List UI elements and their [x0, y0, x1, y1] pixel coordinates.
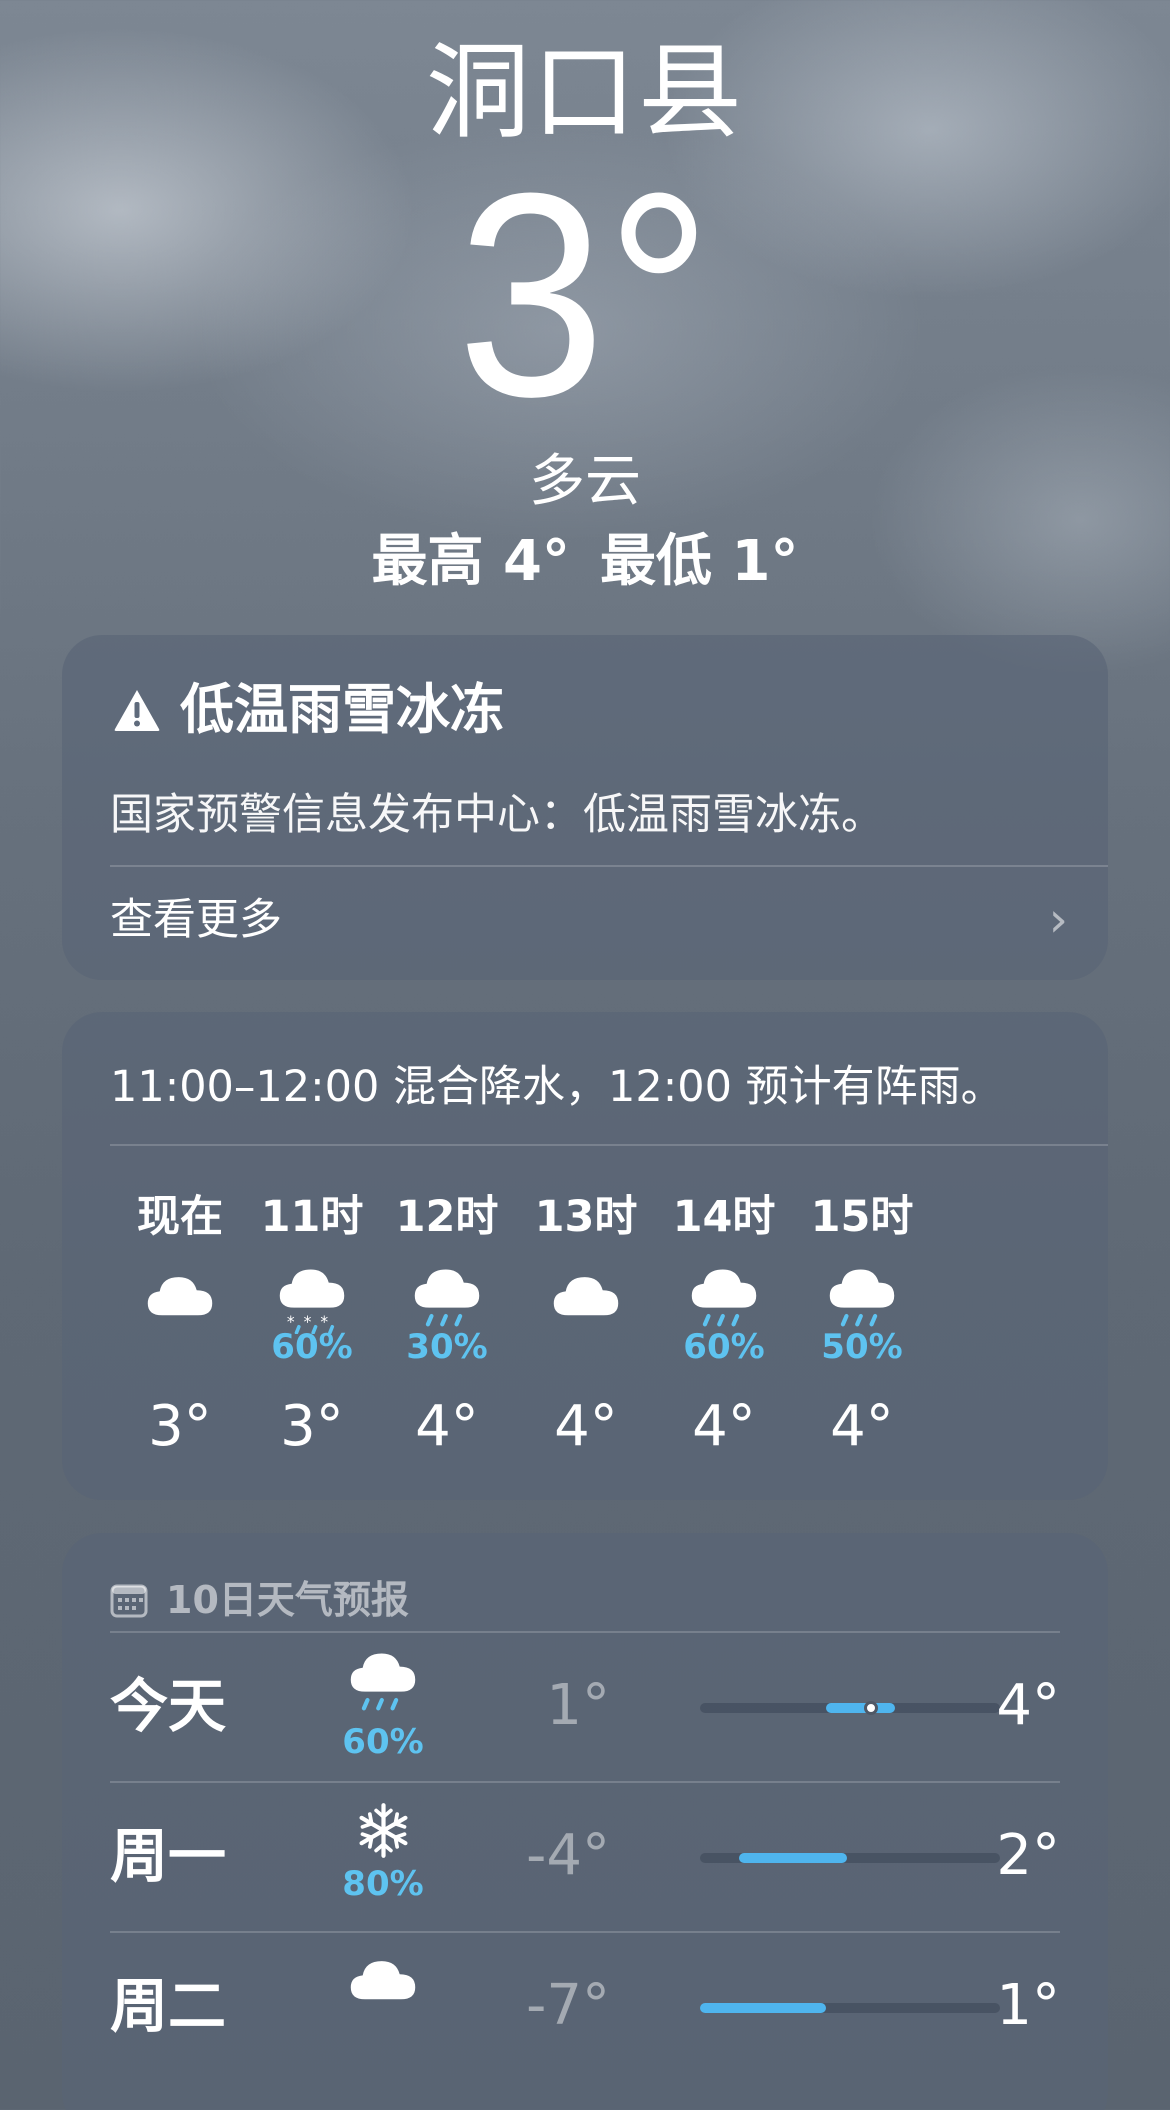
hour-item: 15时 50% 4°: [792, 1187, 932, 1462]
chevron-right-icon: ›: [1048, 892, 1068, 948]
high-low: 最高 4° 最低 1°: [0, 530, 1170, 594]
divider: [110, 865, 1108, 867]
hour-label: 现在: [137, 1192, 223, 1242]
daily-forecast-title: 10日天气预报: [166, 1578, 409, 1622]
condition-text: 多云: [529, 449, 641, 514]
hour-temp: 4°: [830, 1394, 894, 1459]
hour-label: 15时: [810, 1192, 914, 1242]
hourly-summary: 11:00–12:00 混合降水，12:00 预计有阵雨。: [110, 1062, 1004, 1112]
precip-chance: [110, 1327, 250, 1367]
day-name: 今天: [110, 1672, 227, 1740]
day-row[interactable]: 今天 60% 1° 4°: [110, 1633, 1060, 1783]
warning-triangle-icon: [114, 690, 160, 731]
cloud-rain-icon: 60%: [328, 1651, 438, 1762]
alert-card[interactable]: 低温雨雪冰冻 国家预警信息发布中心：低温雨雪冰冻。 查看更多 ›: [62, 635, 1108, 980]
hour-item: 现在 3°: [110, 1187, 250, 1462]
hourly-forecast-card[interactable]: 11:00–12:00 混合降水，12:00 预计有阵雨。 现在 3° 11时 * * *…: [62, 1012, 1108, 1500]
hour-label: 11时: [260, 1192, 364, 1242]
alert-heading: 低温雨雪冰冻: [112, 675, 504, 745]
alert-body: 国家预警信息发布中心：低温雨雪冰冻。: [110, 790, 884, 840]
high-temp: 最高 4°: [371, 529, 570, 594]
hour-temp: 4°: [554, 1394, 618, 1459]
alert-title: 低温雨雪冰冻: [180, 678, 504, 741]
low-temp: -4°: [526, 1823, 610, 1888]
precip-chance: 60%: [342, 1722, 424, 1762]
day-row[interactable]: 周二 -7° 1°: [110, 1933, 1060, 2083]
low-temp: 1°: [546, 1673, 610, 1738]
snowflake-icon: 80%: [328, 1801, 438, 1904]
cloud-rain-icon: [377, 1267, 517, 1327]
high-temp: 1°: [996, 1973, 1060, 2038]
cloud-icon: [110, 1267, 250, 1327]
day-name: 周一: [110, 1822, 227, 1890]
daily-forecast-card[interactable]: 10日天气预报 今天 60% 1° 4° 周一 80% -4° 2° 周二 -7° 1°: [62, 1533, 1108, 2110]
day-row[interactable]: 周一 80% -4° 2°: [110, 1783, 1060, 1933]
hour-temp: 4°: [692, 1394, 756, 1459]
hour-item: 12时 30% 4°: [377, 1187, 517, 1462]
temp-range-fill: [739, 1853, 847, 1863]
hourly-strip[interactable]: 现在 3° 11时 * * * 60% 3° 12时 30% 4° 13时 4° 14时 60% 4° 15时 5…: [102, 1187, 1108, 1477]
hour-label: 13时: [534, 1192, 638, 1242]
precip-chance: 80%: [342, 1864, 424, 1904]
hour-label: 14时: [672, 1192, 776, 1242]
temp-range-bar: [700, 1701, 1000, 1715]
high-temp: 2°: [996, 1823, 1060, 1888]
hour-temp: 3°: [148, 1394, 212, 1459]
see-more-link[interactable]: 查看更多: [110, 890, 282, 950]
day-name: 周二: [110, 1972, 227, 2040]
temp-range-bar: [700, 1853, 1000, 1863]
hour-label: 12时: [395, 1192, 499, 1242]
current-temperature: 3°: [457, 133, 713, 457]
current-temp-dot: [864, 1701, 878, 1715]
svg-text:*: *: [287, 1313, 295, 1331]
cloud-icon: [328, 1951, 438, 2011]
hour-temp: 4°: [415, 1394, 479, 1459]
daily-forecast-header: 10日天气预报: [110, 1575, 409, 1625]
svg-text:*: *: [304, 1313, 312, 1331]
hour-temp: 3°: [280, 1394, 344, 1459]
cloud-rain-icon: [792, 1267, 932, 1327]
low-temp: 最低 1°: [600, 529, 799, 594]
hour-item: 14时 60% 4°: [654, 1187, 794, 1462]
cloud-rain-icon: [654, 1267, 794, 1327]
calendar-icon: [110, 1584, 148, 1618]
hour-item: 11时 * * * 60% 3°: [242, 1187, 382, 1462]
divider: [110, 1144, 1108, 1146]
temp-range-fill: [700, 2003, 826, 2013]
cloud-icon: [516, 1267, 656, 1327]
svg-text:*: *: [320, 1313, 328, 1331]
temp-range-bar: [700, 2003, 1000, 2013]
cloud-snow-icon: * * *: [242, 1267, 382, 1335]
low-temp: -7°: [526, 1973, 610, 2038]
temp-range-fill: [826, 1703, 895, 1713]
high-temp: 4°: [996, 1673, 1060, 1738]
precip-chance: [516, 1327, 656, 1367]
hour-item: 13时 4°: [516, 1187, 656, 1462]
